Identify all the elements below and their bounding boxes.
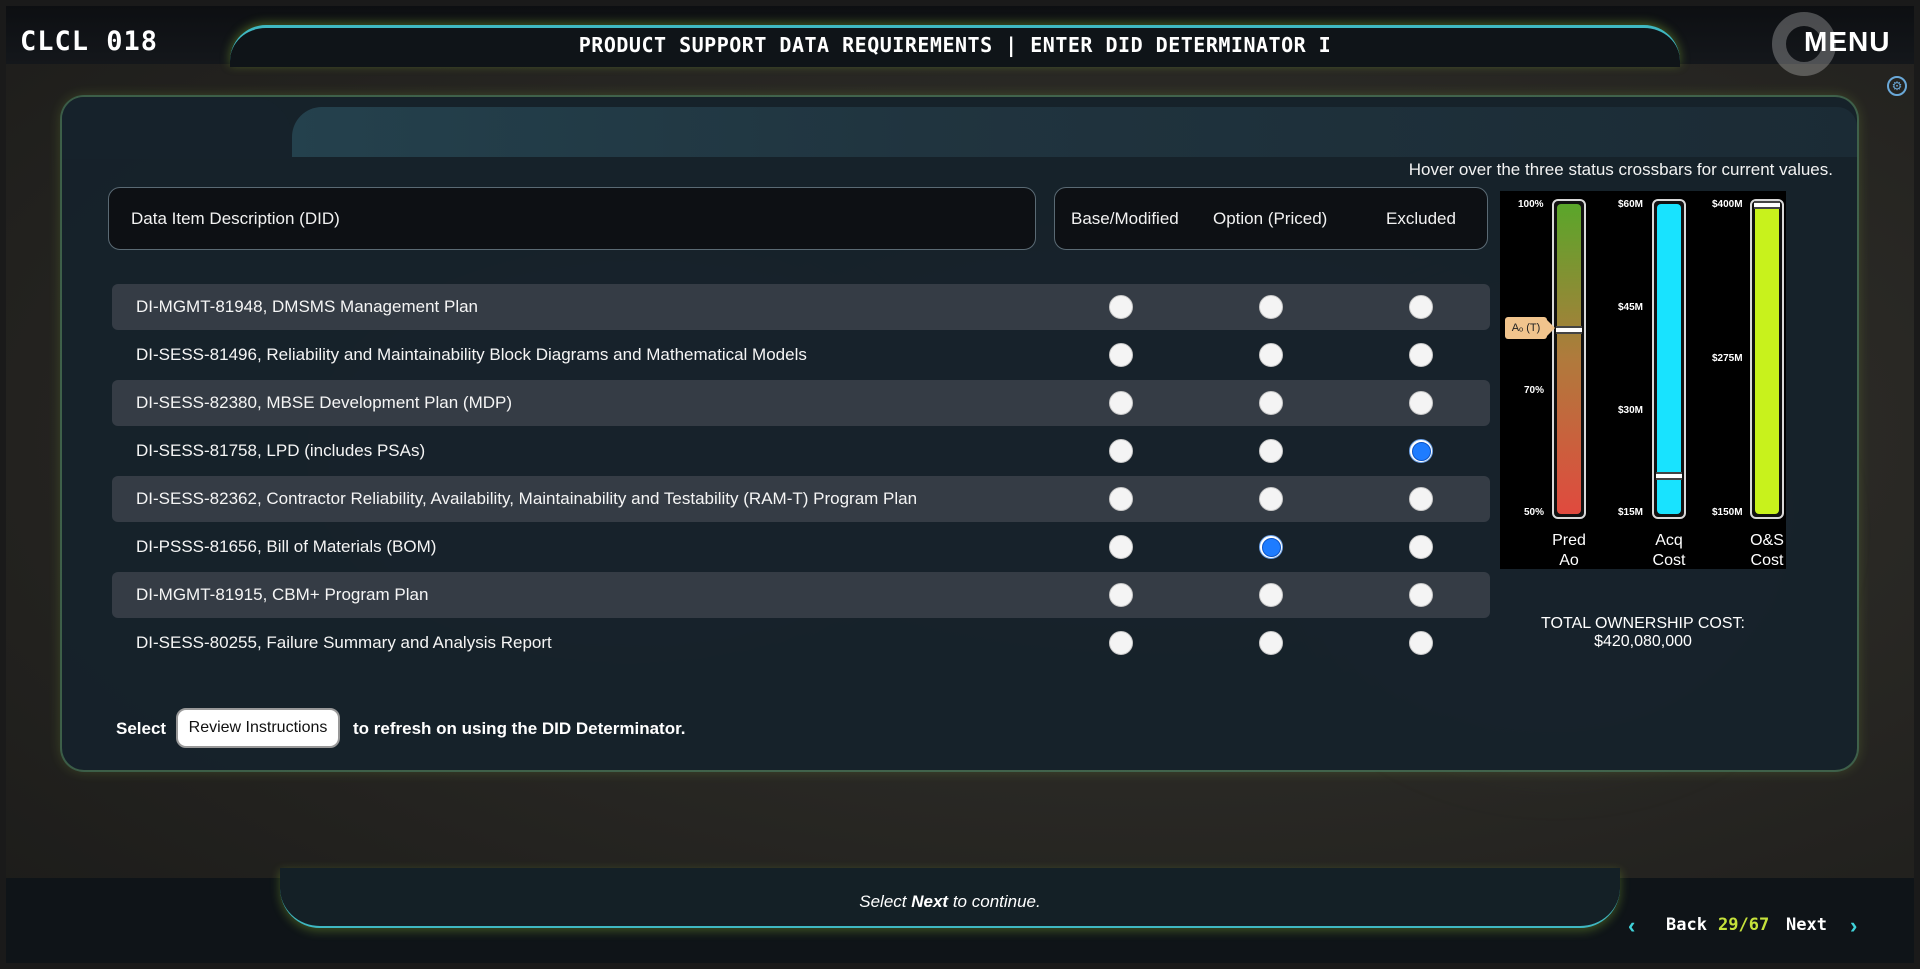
os-tick-400: $400M bbox=[1712, 199, 1743, 210]
page-count: 29/67 bbox=[1718, 915, 1770, 935]
panel-header-strip bbox=[292, 107, 1857, 157]
pred-ao-label-line2: Ao bbox=[1559, 552, 1579, 569]
radio-excluded[interactable] bbox=[1409, 583, 1433, 607]
radio-option-priced[interactable] bbox=[1259, 631, 1283, 655]
acq-cost-label-line1: Acq bbox=[1655, 532, 1683, 549]
review-instructions-button[interactable]: Review Instructions bbox=[176, 708, 340, 748]
acq-cost-label-line2: Cost bbox=[1652, 552, 1686, 569]
table-row: DI-SESS-82362, Contractor Reliability, A… bbox=[112, 476, 1490, 522]
did-label: DI-MGMT-81915, CBM+ Program Plan bbox=[136, 585, 429, 604]
pred-ao-marker bbox=[1556, 325, 1582, 334]
instructions-pre: Select bbox=[116, 719, 167, 738]
radio-option-priced[interactable] bbox=[1259, 295, 1283, 319]
ao-tick-70: 70% bbox=[1524, 385, 1545, 396]
acq-cost-marker bbox=[1656, 472, 1682, 481]
did-label: DI-SESS-81758, LPD (includes PSAs) bbox=[136, 441, 426, 460]
radio-option-priced[interactable] bbox=[1259, 439, 1283, 463]
os-tick-275: $275M bbox=[1712, 353, 1743, 364]
radio-base-modified[interactable] bbox=[1109, 487, 1133, 511]
acq-cost-label: Acq Cost bbox=[1634, 531, 1704, 571]
next-chevron-icon[interactable]: › bbox=[1850, 913, 1857, 939]
radio-excluded[interactable] bbox=[1409, 439, 1433, 463]
radio-excluded[interactable] bbox=[1409, 343, 1433, 367]
radio-base-modified[interactable] bbox=[1109, 343, 1133, 367]
radio-base-modified[interactable] bbox=[1109, 535, 1133, 559]
radio-excluded[interactable] bbox=[1409, 295, 1433, 319]
panel-tab bbox=[62, 97, 292, 159]
course-id: CLCL 018 bbox=[20, 26, 159, 57]
table-row: DI-MGMT-81915, CBM+ Program Plan bbox=[112, 572, 1490, 618]
continue-post: to continue. bbox=[948, 892, 1041, 911]
hover-hint: Hover over the three status crossbars fo… bbox=[1408, 160, 1833, 179]
acq-cost-fill bbox=[1657, 204, 1681, 514]
table-row: DI-SESS-80255, Failure Summary and Analy… bbox=[112, 620, 1490, 666]
os-tick-150: $150M bbox=[1712, 507, 1743, 518]
status-gauges: 100% 70% 50% Aₒ (T) Pred Ao $60M $45M $3… bbox=[1500, 191, 1786, 569]
back-button[interactable]: Back bbox=[1666, 915, 1707, 935]
radio-base-modified[interactable] bbox=[1109, 295, 1133, 319]
acq-tick-45: $45M bbox=[1618, 302, 1644, 313]
os-cost-fill bbox=[1755, 204, 1779, 514]
table-row: DI-SESS-81758, LPD (includes PSAs) bbox=[112, 428, 1490, 474]
pred-ao-crossbar[interactable] bbox=[1552, 199, 1586, 519]
column-header-excluded: Excluded bbox=[1386, 209, 1456, 228]
radio-excluded[interactable] bbox=[1409, 487, 1433, 511]
did-column-header: Data Item Description (DID) bbox=[131, 209, 340, 228]
pred-ao-label: Pred Ao bbox=[1534, 531, 1604, 571]
did-label: DI-SESS-80255, Failure Summary and Analy… bbox=[136, 633, 552, 652]
pred-ao-fill bbox=[1557, 204, 1581, 514]
ao-threshold-tag: Aₒ (T) bbox=[1505, 317, 1555, 339]
did-label: DI-SESS-81496, Reliability and Maintaina… bbox=[136, 345, 807, 364]
table-row: DI-SESS-81496, Reliability and Maintaina… bbox=[112, 332, 1490, 378]
instructions-post: to refresh on using the DID Determinator… bbox=[353, 719, 686, 738]
menu-button[interactable]: MENU bbox=[1772, 12, 1912, 76]
column-header-option-priced: Option (Priced) bbox=[1213, 209, 1328, 228]
os-cost-marker bbox=[1754, 201, 1780, 209]
radio-base-modified[interactable] bbox=[1109, 583, 1133, 607]
settings-icon[interactable]: ⚙ bbox=[1887, 76, 1907, 96]
radio-excluded[interactable] bbox=[1409, 631, 1433, 655]
os-cost-label-line2: Cost bbox=[1750, 552, 1784, 569]
options-header-box: Base/Modified Option (Priced) Excluded bbox=[1054, 187, 1488, 250]
table-row: DI-PSSS-81656, Bill of Materials (BOM) bbox=[112, 524, 1490, 570]
did-header-box: Data Item Description (DID) bbox=[108, 187, 1036, 250]
did-label: DI-PSSS-81656, Bill of Materials (BOM) bbox=[136, 537, 437, 556]
radio-option-priced[interactable] bbox=[1259, 343, 1283, 367]
radio-option-priced[interactable] bbox=[1259, 535, 1283, 559]
did-label: DI-SESS-82380, MBSE Development Plan (MD… bbox=[136, 393, 513, 412]
back-chevron-icon[interactable]: ‹ bbox=[1628, 913, 1635, 939]
radio-base-modified[interactable] bbox=[1109, 439, 1133, 463]
ao-tick-50: 50% bbox=[1524, 507, 1545, 518]
menu-label: MENU bbox=[1804, 26, 1891, 57]
next-button[interactable]: Next bbox=[1786, 915, 1827, 935]
acq-tick-60: $60M bbox=[1618, 199, 1644, 210]
continue-pre: Select bbox=[859, 892, 912, 911]
acq-tick-15: $15M bbox=[1618, 507, 1644, 518]
ao-tick-100: 100% bbox=[1518, 199, 1544, 210]
radio-excluded[interactable] bbox=[1409, 535, 1433, 559]
acq-cost-crossbar[interactable] bbox=[1652, 199, 1686, 519]
did-label: DI-MGMT-81948, DMSMS Management Plan bbox=[136, 297, 479, 316]
column-header-base-modified: Base/Modified bbox=[1071, 209, 1179, 228]
continue-prompt: Select Next to continue. bbox=[280, 892, 1620, 912]
acq-tick-30: $30M bbox=[1618, 405, 1644, 416]
radio-option-priced[interactable] bbox=[1259, 583, 1283, 607]
radio-option-priced[interactable] bbox=[1259, 391, 1283, 415]
page-title: PRODUCT SUPPORT DATA REQUIREMENTS | ENTE… bbox=[578, 33, 1332, 57]
os-cost-crossbar[interactable] bbox=[1750, 199, 1784, 519]
total-ownership-cost: TOTAL OWNERSHIP COST: $420,080,000 bbox=[1541, 615, 1745, 650]
radio-excluded[interactable] bbox=[1409, 391, 1433, 415]
continue-bold: Next bbox=[911, 892, 949, 911]
pred-ao-label-line1: Pred bbox=[1552, 532, 1586, 549]
radio-base-modified[interactable] bbox=[1109, 631, 1133, 655]
table-row: DI-SESS-82380, MBSE Development Plan (MD… bbox=[112, 380, 1490, 426]
os-cost-label: O&S Cost bbox=[1732, 531, 1802, 571]
radio-option-priced[interactable] bbox=[1259, 487, 1283, 511]
radio-base-modified[interactable] bbox=[1109, 391, 1133, 415]
table-row: DI-MGMT-81948, DMSMS Management Plan bbox=[112, 284, 1490, 330]
did-label: DI-SESS-82362, Contractor Reliability, A… bbox=[136, 489, 918, 508]
os-cost-label-line1: O&S bbox=[1750, 532, 1784, 549]
